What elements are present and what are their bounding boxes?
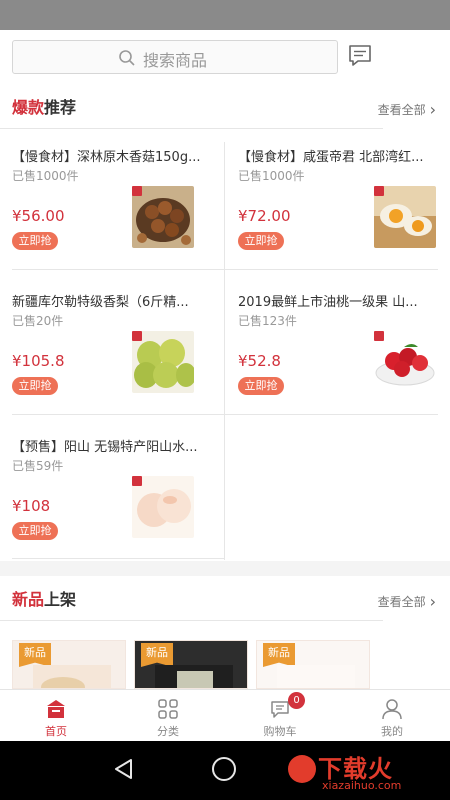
back-icon[interactable] bbox=[112, 757, 136, 781]
shop-tag-icon bbox=[132, 331, 142, 341]
product-image bbox=[155, 665, 233, 688]
download-icon bbox=[288, 755, 316, 783]
new-arrivals-section: 新品上架 查看全部 › 新品 新品 新品 bbox=[0, 576, 450, 689]
product-price: ¥72.00 bbox=[238, 207, 291, 225]
new-product-card[interactable]: 新品 bbox=[134, 640, 248, 689]
divider bbox=[12, 558, 224, 559]
divider bbox=[0, 620, 383, 621]
divider bbox=[12, 414, 438, 415]
product-card[interactable]: 【慢食材】深林原木香菇150g... 已售1000件 ¥56.00 立即抢 bbox=[0, 132, 214, 268]
product-price: ¥105.8 bbox=[12, 352, 65, 370]
section-title: 爆款推荐 bbox=[12, 98, 77, 117]
product-card[interactable]: 【预售】阳山 无锡特产阳山水... 已售59件 ¥108 立即抢 bbox=[0, 422, 214, 558]
nav-category[interactable]: 分类 bbox=[138, 696, 198, 740]
divider bbox=[12, 269, 438, 270]
buy-now-button[interactable]: 立即抢 bbox=[238, 232, 284, 250]
nav-label: 首页 bbox=[45, 725, 67, 738]
home-button-icon[interactable] bbox=[212, 757, 236, 781]
profile-icon bbox=[382, 699, 402, 720]
product-price: ¥108 bbox=[12, 497, 51, 515]
nav-label: 购物车 bbox=[263, 725, 297, 738]
buy-now-button[interactable]: 立即抢 bbox=[12, 377, 58, 395]
product-sold-count: 已售20件 bbox=[12, 314, 64, 328]
product-name: 【慢食材】深林原木香菇150g... bbox=[12, 150, 201, 165]
product-image bbox=[33, 665, 111, 688]
new-product-card[interactable]: 新品 bbox=[12, 640, 126, 689]
nav-label: 我的 bbox=[381, 725, 403, 738]
shop-tag-icon bbox=[374, 186, 384, 196]
search-input[interactable]: 搜索商品 bbox=[12, 40, 338, 74]
chevron-right-icon: › bbox=[429, 592, 436, 611]
search-icon bbox=[119, 50, 135, 66]
section-title: 新品上架 bbox=[12, 590, 77, 609]
category-grid-icon bbox=[158, 699, 178, 719]
new-badge: 新品 bbox=[263, 643, 295, 667]
buy-now-button[interactable]: 立即抢 bbox=[12, 522, 58, 540]
product-name: 【预售】阳山 无锡特产阳山水... bbox=[12, 440, 198, 455]
nav-home[interactable]: 首页 bbox=[26, 696, 86, 740]
product-sold-count: 已售1000件 bbox=[12, 169, 79, 183]
view-all-link[interactable]: 查看全部 › bbox=[378, 100, 436, 119]
bottom-nav: 首页 分类 0 购物车 我的 bbox=[0, 689, 450, 741]
hot-recommend-section: 爆款推荐 查看全部 › 【慢食材】深林原木香菇150g... 已售1000件 ¥5… bbox=[0, 84, 450, 561]
product-card[interactable]: 新疆库尔勒特级香梨（6斤精... 已售20件 ¥105.8 立即抢 bbox=[0, 277, 214, 413]
product-price: ¥56.00 bbox=[12, 207, 65, 225]
nav-cart[interactable]: 0 购物车 bbox=[250, 692, 310, 740]
watermark-url: xiazaihuo.com bbox=[322, 779, 402, 792]
cart-count-badge: 0 bbox=[288, 692, 305, 709]
status-bar bbox=[0, 0, 450, 30]
nav-profile[interactable]: 我的 bbox=[362, 696, 422, 740]
shop-tag-icon bbox=[132, 186, 142, 196]
chevron-right-icon: › bbox=[429, 100, 436, 119]
product-sold-count: 已售59件 bbox=[12, 459, 64, 473]
product-name: 【慢食材】咸蛋帝君 北部湾红... bbox=[238, 150, 424, 165]
message-icon[interactable] bbox=[348, 44, 374, 68]
new-product-card[interactable]: 新品 bbox=[256, 640, 370, 689]
divider bbox=[0, 128, 383, 129]
view-all-link[interactable]: 查看全部 › bbox=[378, 592, 436, 611]
home-icon bbox=[47, 700, 65, 718]
product-price: ¥52.8 bbox=[238, 352, 281, 370]
product-sold-count: 已售123件 bbox=[238, 314, 297, 328]
product-image bbox=[277, 665, 355, 688]
shop-tag-icon bbox=[132, 476, 142, 486]
new-badge: 新品 bbox=[19, 643, 51, 667]
header: 搜索商品 bbox=[0, 30, 450, 84]
product-card[interactable]: 【慢食材】咸蛋帝君 北部湾红... 已售1000件 ¥72.00 立即抢 bbox=[226, 132, 440, 268]
divider bbox=[224, 142, 225, 560]
product-sold-count: 已售1000件 bbox=[238, 169, 305, 183]
search-placeholder: 搜索商品 bbox=[143, 51, 208, 70]
nav-label: 分类 bbox=[157, 725, 179, 738]
watermark-logo: 下载火 xiazaihuo.com bbox=[284, 747, 450, 797]
new-badge: 新品 bbox=[141, 643, 173, 667]
product-name: 新疆库尔勒特级香梨（6斤精... bbox=[12, 295, 189, 310]
product-card[interactable]: 2019最鲜上市油桃一级果 山... 已售123件 ¥52.8 立即抢 bbox=[226, 277, 440, 413]
buy-now-button[interactable]: 立即抢 bbox=[12, 232, 58, 250]
shop-tag-icon bbox=[374, 331, 384, 341]
buy-now-button[interactable]: 立即抢 bbox=[238, 377, 284, 395]
product-name: 2019最鲜上市油桃一级果 山... bbox=[238, 295, 418, 310]
